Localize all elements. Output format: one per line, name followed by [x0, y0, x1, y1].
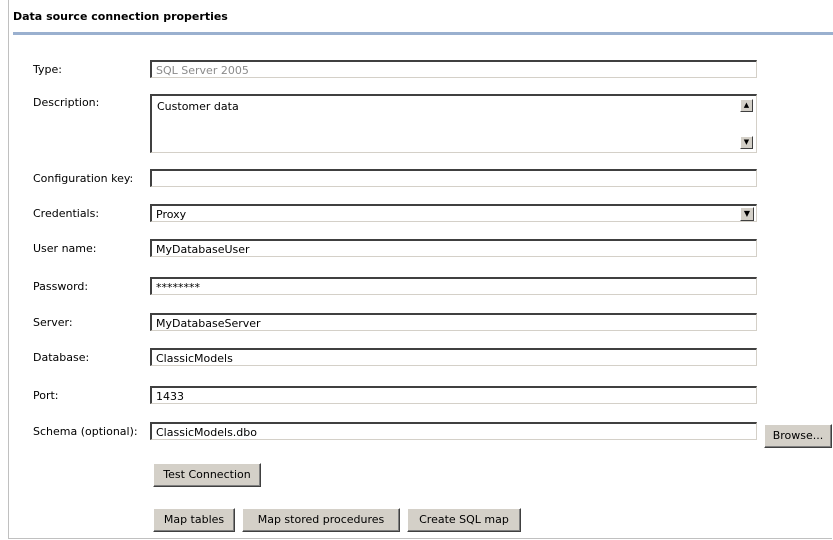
description-label: Description:	[33, 96, 100, 109]
panel-title: Data source connection properties	[13, 10, 228, 23]
server-label: Server:	[33, 316, 73, 329]
config-key-label: Configuration key:	[33, 172, 134, 185]
chevron-down-icon[interactable]: ▼	[740, 207, 754, 221]
schema-input[interactable]: ClassicModels.dbo	[150, 422, 757, 440]
database-input[interactable]: ClassicModels	[150, 348, 757, 366]
map-tables-button[interactable]: Map tables	[153, 508, 235, 532]
username-label: User name:	[33, 242, 97, 255]
type-label: Type:	[33, 63, 62, 76]
create-sql-map-button[interactable]: Create SQL map	[407, 508, 521, 532]
server-input[interactable]: MyDatabaseServer	[150, 313, 757, 331]
username-input[interactable]: MyDatabaseUser	[150, 239, 757, 257]
browse-button[interactable]: Browse...	[764, 424, 832, 448]
credentials-label: Credentials:	[33, 207, 100, 220]
scroll-down-icon[interactable]: ▼	[740, 136, 753, 149]
schema-label: Schema (optional):	[33, 425, 138, 438]
map-stored-procedures-button[interactable]: Map stored procedures	[242, 508, 400, 532]
description-textarea[interactable]: Customer data ▲ ▼	[150, 94, 757, 153]
config-key-input[interactable]	[150, 169, 757, 187]
credentials-selected-value: Proxy	[156, 208, 187, 221]
properties-panel	[8, 0, 832, 539]
scroll-up-icon[interactable]: ▲	[740, 99, 753, 112]
credentials-select[interactable]: Proxy ▼	[150, 204, 757, 222]
header-divider	[13, 32, 833, 35]
password-input[interactable]: ********	[150, 277, 757, 295]
type-field: SQL Server 2005	[150, 60, 757, 78]
database-label: Database:	[33, 351, 90, 364]
port-label: Port:	[33, 389, 59, 402]
password-label: Password:	[33, 280, 89, 293]
port-input[interactable]: 1433	[150, 386, 757, 404]
test-connection-button[interactable]: Test Connection	[153, 463, 261, 487]
description-text: Customer data	[157, 100, 239, 113]
